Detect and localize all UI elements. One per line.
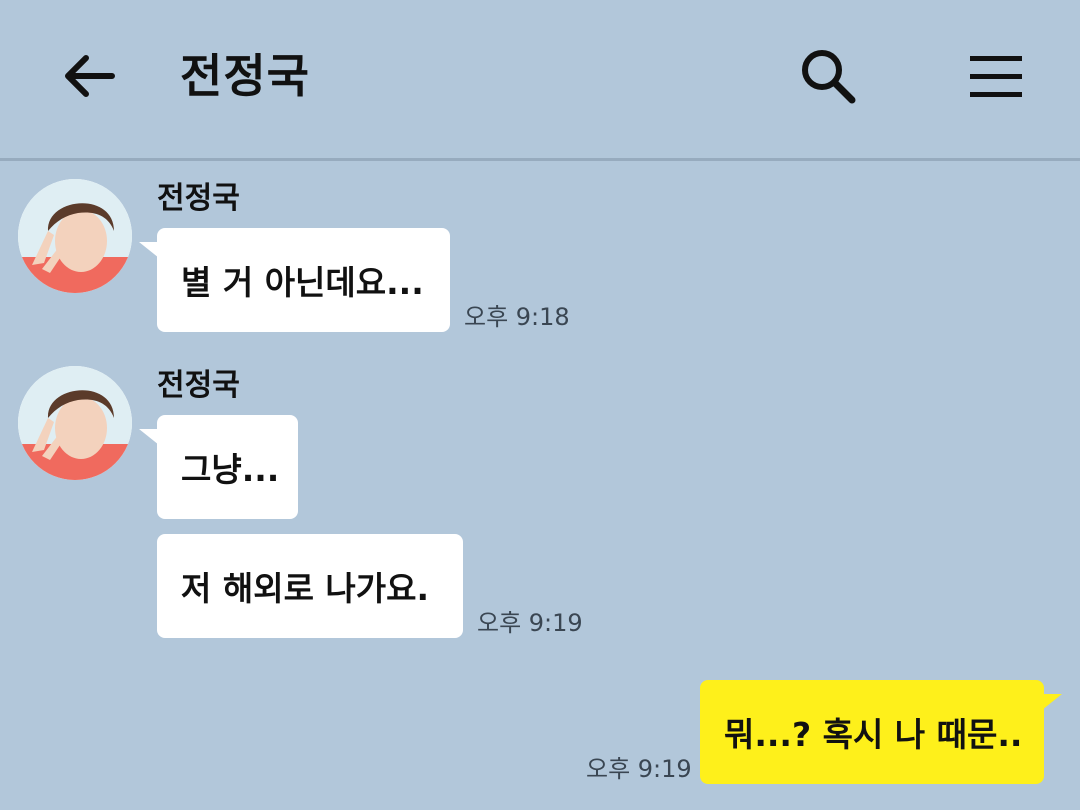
search-button[interactable] (796, 46, 860, 106)
profile-photo (18, 179, 132, 293)
avatar[interactable] (18, 179, 132, 293)
search-icon (802, 50, 856, 104)
profile-photo (18, 366, 132, 480)
message-bubble[interactable]: 그냥... (139, 415, 298, 519)
message-bubble[interactable]: 저 해외로 나가요. (157, 534, 463, 638)
hamburger-menu-icon (970, 56, 1022, 97)
sender-name: 전정국 (157, 181, 240, 216)
menu-button[interactable] (966, 50, 1026, 102)
message-time: 오후 9:19 (477, 609, 583, 637)
message-time: 오후 9:18 (464, 303, 570, 331)
chat-header: 전정국 (0, 0, 1080, 161)
message-bubble[interactable]: 별 거 아닌데요... (139, 228, 450, 332)
message-time: 오후 9:19 (586, 755, 692, 783)
avatar[interactable] (18, 366, 132, 480)
back-button[interactable] (58, 50, 118, 102)
sender-name: 전정국 (157, 368, 240, 403)
back-arrow-icon (65, 55, 115, 97)
chat-title: 전정국 (180, 49, 310, 103)
my-message-bubble[interactable]: 뭐...? 혹시 나 때문.. (700, 680, 1062, 784)
